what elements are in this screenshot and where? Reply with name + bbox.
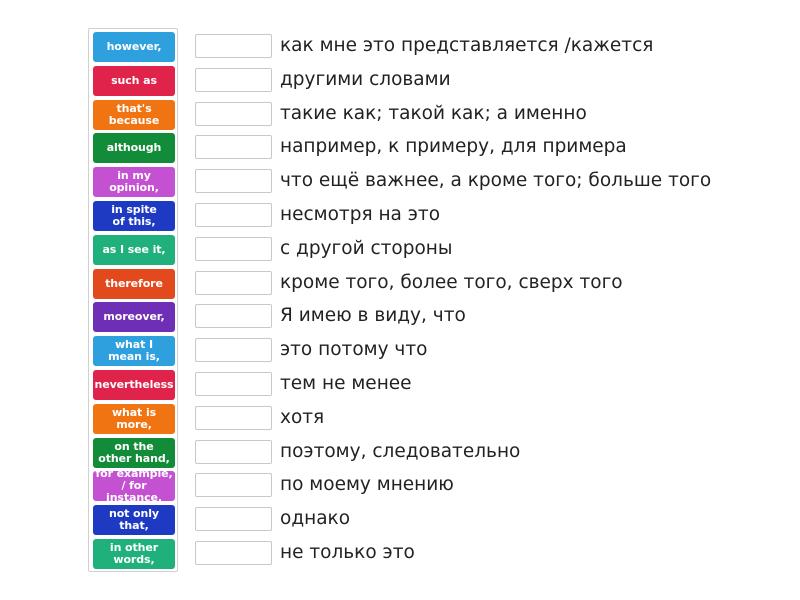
clue-text: по моему мнению (280, 474, 454, 496)
clue-text: Я имею в виду, что (280, 305, 466, 327)
answer-drop-slot[interactable] (195, 67, 272, 92)
clue-text: с другой стороны (280, 237, 453, 259)
draggable-answer-tile[interactable]: in my opinion, (93, 167, 175, 198)
draggable-answer-tile[interactable]: although (93, 133, 175, 164)
draggable-answer-tile[interactable]: nevertheless (93, 370, 175, 400)
match-up-activity: however, such as that's because although in … (0, 0, 800, 600)
draggable-answer-tile[interactable]: not only that, (93, 505, 175, 536)
clue-text: тем не менее (280, 373, 412, 394)
draggable-answer-tile[interactable]: moreover, (93, 302, 175, 333)
answer-drop-slot[interactable] (195, 135, 272, 160)
answer-drop-slot[interactable] (195, 507, 272, 532)
clue-text: хотя (280, 406, 325, 428)
clue-text: другими словами (280, 68, 451, 90)
answer-drop-slot[interactable] (195, 405, 272, 430)
draggable-answer-tile[interactable]: such as (93, 65, 175, 96)
draggable-answer-tile[interactable]: in other words, (93, 539, 175, 569)
answer-drop-slot[interactable] (195, 101, 272, 126)
draggable-answer-tile[interactable]: for example, / for instance, (93, 468, 175, 504)
answer-drop-slot[interactable] (195, 169, 272, 194)
draggable-answer-tile[interactable]: what is more, (93, 403, 175, 434)
clue-text: как мне это представляется /кажется (280, 35, 654, 56)
answer-drop-slot[interactable] (195, 236, 272, 261)
draggable-answer-tile[interactable]: therefore (93, 268, 175, 299)
answer-drop-slot[interactable] (195, 541, 272, 565)
answer-drop-slot[interactable] (195, 338, 272, 363)
draggable-answer-tile[interactable]: however, (93, 32, 175, 62)
clue-text: это потому что (280, 339, 428, 361)
clue-text: что ещё важнее, а кроме того; больше тог… (280, 170, 712, 192)
clue-text: однако (280, 508, 351, 530)
draggable-answer-tile[interactable]: that's because (93, 99, 175, 130)
clue-text: несмотря на это (280, 204, 441, 225)
answer-drop-slot[interactable] (195, 270, 272, 295)
clue-text: например, к примеру, для примера (280, 136, 627, 158)
clue-text: поэтому, следовательно (280, 440, 521, 462)
answer-drop-slot[interactable] (195, 439, 272, 464)
answer-drop-slot[interactable] (195, 203, 272, 227)
draggable-answer-tile[interactable]: as I see it, (93, 234, 175, 265)
answer-drop-slot[interactable] (195, 473, 272, 498)
answer-drop-slot[interactable] (195, 372, 272, 396)
draggable-answer-tile[interactable]: what I mean is, (93, 336, 175, 367)
clue-text: кроме того, более того, сверх того (280, 271, 623, 293)
clue-text: такие как; такой как; а именно (280, 102, 587, 124)
tile-bank: however, such as that's because although in … (88, 28, 178, 572)
draggable-answer-tile[interactable]: in spite of this, (93, 201, 175, 231)
draggable-answer-tile[interactable]: on the other hand, (93, 437, 175, 468)
answer-drop-slot[interactable] (195, 34, 272, 58)
answer-drop-slot[interactable] (195, 304, 272, 329)
clue-text: не только это (280, 542, 415, 563)
